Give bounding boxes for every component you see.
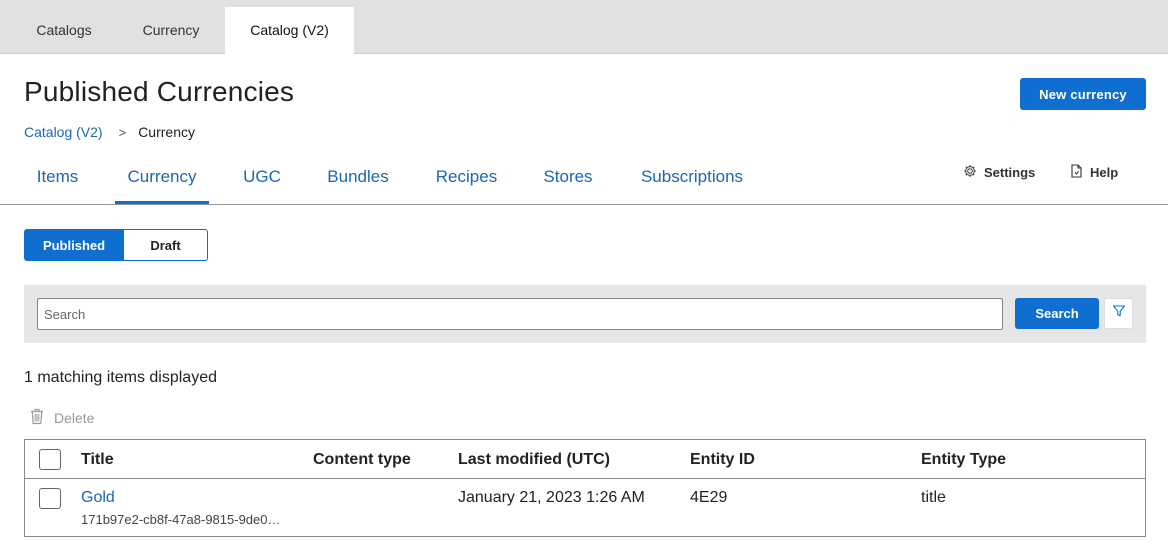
delete-button[interactable]: Delete xyxy=(30,408,94,428)
filter-button[interactable] xyxy=(1104,298,1133,329)
breadcrumb: Catalog (V2) > Currency xyxy=(24,124,195,140)
row-checkbox[interactable] xyxy=(39,488,61,509)
column-header-entity-type[interactable]: Entity Type xyxy=(921,440,1006,479)
row-title-link[interactable]: Gold xyxy=(81,489,115,507)
nav-tab-subscriptions[interactable]: Subscriptions xyxy=(628,150,756,204)
nav-tab-ugc[interactable]: UGC xyxy=(233,150,291,204)
column-header-last-modified[interactable]: Last modified (UTC) xyxy=(458,440,610,479)
row-last-modified: January 21, 2023 1:26 AM xyxy=(458,489,645,506)
nav-tab-stores[interactable]: Stores xyxy=(532,150,604,204)
status-toggle: Published Draft xyxy=(24,229,208,261)
help-icon xyxy=(1070,164,1090,181)
gear-icon xyxy=(963,164,984,181)
column-header-entity-id[interactable]: Entity ID xyxy=(690,440,755,479)
nav-tab-bundles[interactable]: Bundles xyxy=(315,150,401,204)
nav-tab-items[interactable]: Items xyxy=(24,150,91,204)
section-nav: Items Currency UGC Bundles Recipes Store… xyxy=(0,150,1168,205)
select-all-checkbox[interactable] xyxy=(39,449,61,470)
breadcrumb-current: Currency xyxy=(138,124,195,140)
help-label: Help xyxy=(1090,165,1119,180)
settings-label: Settings xyxy=(984,165,1036,180)
search-panel: Search xyxy=(24,285,1146,343)
column-header-title[interactable]: Title xyxy=(81,440,114,479)
nav-tab-recipes[interactable]: Recipes xyxy=(425,150,508,204)
row-entity-type: title xyxy=(921,489,946,506)
top-tab-bar: Catalogs Currency Catalog (V2) xyxy=(0,0,1168,55)
table-header: Title Content type Last modified (UTC) E… xyxy=(25,440,1145,479)
nav-tab-currency[interactable]: Currency xyxy=(115,150,209,204)
settings-link[interactable]: Settings xyxy=(963,164,1035,181)
column-header-content-type[interactable]: Content type xyxy=(313,440,411,479)
search-input[interactable] xyxy=(37,298,1003,330)
trash-icon xyxy=(30,408,54,428)
page-title: Published Currencies xyxy=(24,76,295,107)
row-entity-id: 4E29 xyxy=(690,489,728,506)
top-tab-catalogs[interactable]: Catalogs xyxy=(0,7,128,54)
published-toggle-button[interactable]: Published xyxy=(24,229,124,261)
currency-table: Title Content type Last modified (UTC) E… xyxy=(24,439,1146,537)
top-tab-currency[interactable]: Currency xyxy=(115,7,227,54)
delete-label: Delete xyxy=(54,410,95,426)
breadcrumb-catalog-v2-link[interactable]: Catalog (V2) xyxy=(24,124,103,140)
top-tab-catalog-v2[interactable]: Catalog (V2) xyxy=(225,7,354,55)
row-id-preview: 171b97e2-cb8f-47a8-9815-9de0… xyxy=(81,512,281,527)
filter-icon xyxy=(1112,304,1126,323)
new-currency-button[interactable]: New currency xyxy=(1020,78,1146,110)
search-button[interactable]: Search xyxy=(1015,298,1099,329)
draft-toggle-button[interactable]: Draft xyxy=(124,229,208,261)
help-link[interactable]: Help xyxy=(1070,164,1118,181)
breadcrumb-separator: > xyxy=(118,124,127,140)
results-count: 1 matching items displayed xyxy=(24,369,217,386)
